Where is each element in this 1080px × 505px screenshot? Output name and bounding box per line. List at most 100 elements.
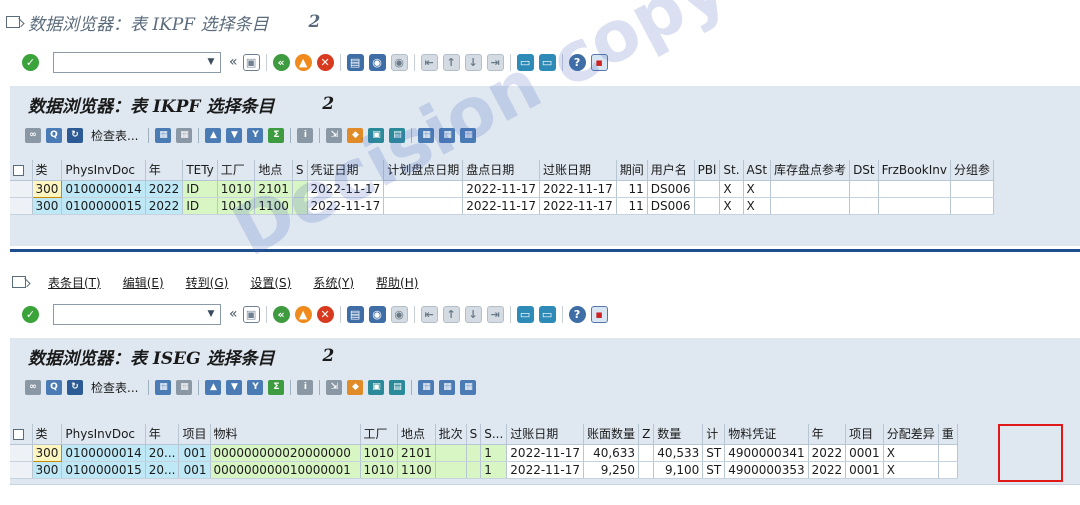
- table-cell[interactable]: [292, 180, 308, 198]
- details-icon[interactable]: i: [297, 379, 314, 395]
- column-header[interactable]: 分配差异: [883, 424, 939, 445]
- column-header[interactable]: 账面数量: [583, 424, 640, 445]
- next-page-icon[interactable]: ↓: [464, 53, 482, 71]
- table-cell[interactable]: 1100: [254, 197, 293, 215]
- chevron-down-icon[interactable]: ▼: [202, 53, 220, 72]
- table-cell[interactable]: [383, 180, 464, 198]
- table-row[interactable]: 300 0100000014 20... 001 000000000020000…: [10, 443, 958, 462]
- shortcut-icon[interactable]: ▭: [538, 305, 556, 323]
- table-cell[interactable]: 2022-11-17: [506, 444, 585, 462]
- export-icon[interactable]: ⇲: [326, 127, 343, 143]
- table-cell[interactable]: 11: [616, 180, 648, 198]
- table-cell[interactable]: 1010: [360, 444, 399, 462]
- row-selector[interactable]: [10, 461, 33, 479]
- back-icon[interactable]: «: [272, 53, 290, 71]
- table-cell[interactable]: 000000000010000001: [210, 461, 361, 479]
- column-header[interactable]: 计: [702, 424, 726, 445]
- print-icon[interactable]: ▤: [346, 305, 364, 323]
- new-session-icon[interactable]: ▭: [516, 53, 534, 71]
- print-icon[interactable]: ▤: [346, 53, 364, 71]
- table-cell[interactable]: [383, 197, 464, 215]
- table-cell[interactable]: [466, 444, 482, 462]
- deselect-all-icon[interactable]: ▦: [176, 379, 193, 395]
- previous-page-icon[interactable]: ↑: [442, 53, 460, 71]
- table-cell[interactable]: 4900000341: [724, 444, 809, 462]
- column-header[interactable]: 库存盘点参考: [770, 160, 851, 181]
- column-header[interactable]: 计划盘点日期: [383, 160, 464, 181]
- table-cell[interactable]: [638, 461, 655, 479]
- shortcut-icon[interactable]: ▭: [538, 53, 556, 71]
- find-icon[interactable]: ◉: [368, 305, 386, 323]
- table-cell[interactable]: DS006: [647, 180, 695, 198]
- table-cell[interactable]: 1010: [217, 197, 256, 215]
- table-cell[interactable]: 300: [32, 197, 63, 215]
- first-page-icon[interactable]: ⇤: [420, 305, 438, 323]
- table-cell[interactable]: X: [883, 461, 939, 479]
- check-table-button[interactable]: 检查表...: [91, 127, 138, 144]
- select-all-icon[interactable]: ▦: [155, 379, 172, 395]
- column-header[interactable]: TETy: [182, 160, 218, 181]
- column-header[interactable]: 过账日期: [506, 424, 585, 445]
- column-header[interactable]: 年: [808, 424, 847, 445]
- column-header[interactable]: 过账日期: [539, 160, 617, 181]
- table-cell[interactable]: X: [743, 180, 772, 198]
- table-cell[interactable]: 2022-11-17: [462, 180, 541, 198]
- table-cell[interactable]: 0100000014: [61, 444, 146, 462]
- table-cell[interactable]: 0001: [845, 444, 884, 462]
- table-cell[interactable]: [694, 180, 721, 198]
- column-header[interactable]: 重: [938, 424, 958, 445]
- sum-icon[interactable]: Σ: [268, 379, 285, 395]
- table-cell[interactable]: 20...: [145, 461, 180, 479]
- table-cell[interactable]: 000000000020000000: [210, 444, 361, 462]
- help-icon[interactable]: ?: [568, 53, 586, 71]
- column-header[interactable]: S: [292, 160, 308, 181]
- column-header[interactable]: 类: [32, 160, 63, 181]
- table-cell[interactable]: 1100: [397, 461, 436, 479]
- ok-icon[interactable]: ✓: [22, 305, 39, 323]
- column-header[interactable]: 物料凭证: [724, 424, 809, 445]
- table-cell[interactable]: 9,250: [583, 461, 640, 479]
- menu-item-system[interactable]: 系统(Y): [313, 274, 354, 291]
- change-layout-icon[interactable]: ▦: [418, 127, 435, 143]
- table-cell[interactable]: [466, 461, 482, 479]
- column-header[interactable]: 用户名: [647, 160, 695, 181]
- column-header[interactable]: 分组参: [950, 160, 995, 181]
- table-cell[interactable]: [938, 461, 958, 479]
- table-cell[interactable]: DS006: [647, 197, 695, 215]
- find-next-icon[interactable]: ◉: [390, 305, 408, 323]
- command-field[interactable]: ▼: [53, 303, 221, 325]
- row-selector[interactable]: [10, 197, 33, 215]
- exit-icon[interactable]: ▲: [294, 305, 312, 323]
- table-cell[interactable]: 0100000015: [61, 197, 146, 215]
- last-page-icon[interactable]: ⇥: [486, 53, 504, 71]
- menu-item-help[interactable]: 帮助(H): [376, 274, 418, 291]
- column-header[interactable]: 工厂: [217, 160, 256, 181]
- glasses-icon[interactable]: ∞: [25, 127, 41, 143]
- row-selector[interactable]: [10, 444, 33, 462]
- column-header[interactable]: 期间: [616, 160, 648, 181]
- table-cell[interactable]: 2022: [145, 180, 184, 198]
- column-header[interactable]: 地点: [397, 424, 436, 445]
- column-header[interactable]: 盘点日期: [462, 160, 541, 181]
- table-cell[interactable]: 2022-11-17: [462, 197, 541, 215]
- column-header[interactable]: 工厂: [360, 424, 399, 445]
- graphics-icon[interactable]: ▣: [368, 379, 385, 395]
- back-double-arrow-icon[interactable]: «: [229, 54, 238, 70]
- table-cell[interactable]: 300: [31, 443, 63, 462]
- save-layout-icon[interactable]: ▦: [460, 379, 477, 395]
- sum-icon[interactable]: Σ: [268, 127, 285, 143]
- column-header[interactable]: PBl: [694, 160, 721, 181]
- table-cell[interactable]: 4900000353: [724, 461, 809, 479]
- column-header[interactable]: 地点: [254, 160, 293, 181]
- table-cell[interactable]: [878, 180, 952, 198]
- table-cell[interactable]: 2022-11-17: [539, 197, 617, 215]
- back-double-arrow-icon[interactable]: «: [229, 306, 238, 322]
- table-cell[interactable]: ST: [702, 444, 726, 462]
- command-field[interactable]: ▼: [53, 51, 221, 73]
- ok-icon[interactable]: ✓: [22, 53, 39, 71]
- table-cell[interactable]: [292, 197, 308, 215]
- table-cell[interactable]: 1: [480, 444, 508, 462]
- row-selector[interactable]: [10, 180, 33, 198]
- layout-icon[interactable]: ▪: [590, 53, 608, 71]
- table-cell[interactable]: 0100000015: [61, 461, 146, 479]
